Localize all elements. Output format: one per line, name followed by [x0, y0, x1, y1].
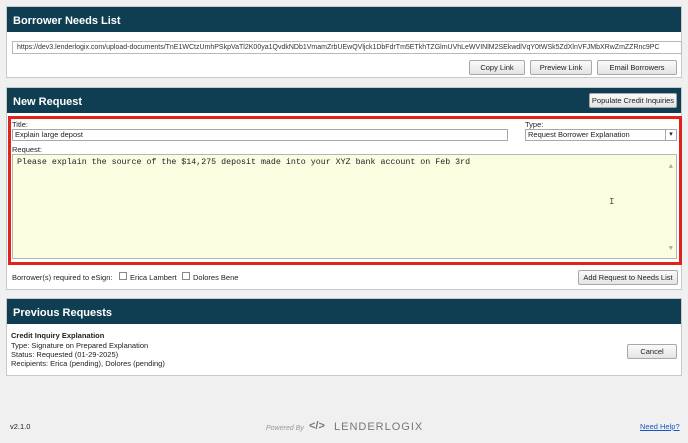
- borrower-name-dolores: Dolores Bene: [193, 273, 239, 282]
- request-item-name: Credit Inquiry Explanation: [11, 331, 105, 340]
- borrower-checkbox-erica[interactable]: [119, 272, 127, 280]
- needs-list-panel: Borrower Needs List https://dev3.lenderl…: [6, 6, 682, 78]
- add-request-button[interactable]: Add Request to Needs List: [578, 270, 678, 285]
- request-item-type: Type: Signature on Prepared Explanation: [11, 341, 149, 350]
- upload-url-field[interactable]: https://dev3.lenderlogix.com/upload-docu…: [12, 41, 682, 54]
- borrower-name-erica: Erica Lambert: [130, 273, 177, 282]
- email-borrowers-button[interactable]: Email Borrowers: [597, 60, 677, 75]
- request-item-status: Status: Requested (01-29-2025): [11, 350, 119, 359]
- preview-link-button[interactable]: Preview Link: [530, 60, 592, 75]
- previous-requests-header: Previous Requests: [7, 299, 681, 324]
- needs-list-header: Borrower Needs List: [7, 7, 681, 32]
- version-text: v2.1.0: [10, 422, 31, 431]
- footer: v2.1.0 Powered By </> LENDERLOGIX Need H…: [0, 412, 688, 443]
- cancel-request-button[interactable]: Cancel: [627, 344, 677, 359]
- copy-link-button[interactable]: Copy Link: [469, 60, 525, 75]
- lenderlogix-logo-icon: </>: [309, 420, 325, 432]
- brand-logo-text: LENDERLOGIX: [334, 421, 424, 433]
- highlight-box: [8, 116, 682, 265]
- new-request-header: New Request: [7, 88, 681, 113]
- request-item-recipients: Recipients: Erica (pending), Dolores (pe…: [11, 359, 165, 368]
- powered-by-text: Powered By: [266, 425, 304, 432]
- populate-credit-inquiries-button[interactable]: Populate Credit Inquiries: [589, 93, 677, 108]
- need-help-link[interactable]: Need Help?: [640, 422, 680, 431]
- borrower-checkbox-dolores[interactable]: [182, 272, 190, 280]
- esign-label: Borrower(s) required to eSign:: [12, 273, 113, 282]
